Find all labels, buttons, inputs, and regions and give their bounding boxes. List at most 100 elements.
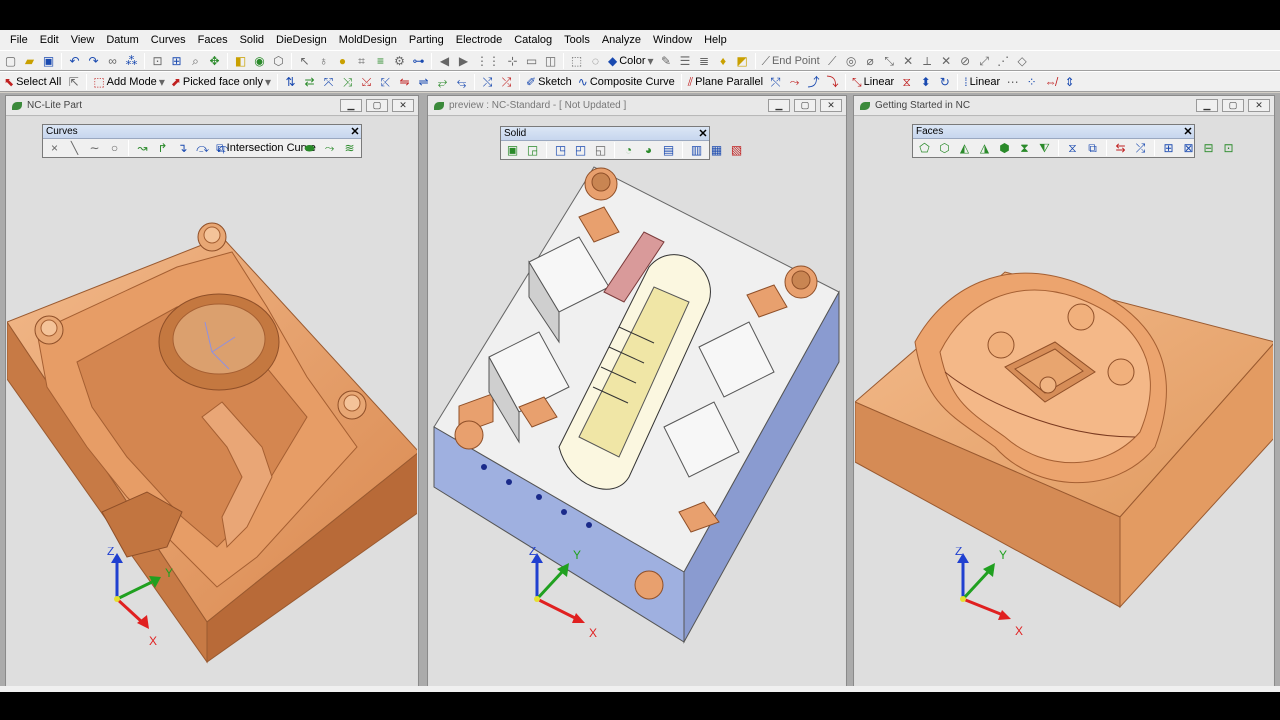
material-icon[interactable]: ◩ — [734, 52, 751, 69]
extrude-icon[interactable]: ▣ — [504, 142, 521, 159]
window-titlebar[interactable]: preview : NC-Standard - [ Not Updated ] … — [428, 96, 846, 116]
face-tool-8-icon[interactable]: ⧖ — [1064, 140, 1081, 157]
menu-window[interactable]: Window — [647, 30, 698, 50]
revolve-icon[interactable]: ◲ — [524, 142, 541, 159]
pattern-2-icon[interactable]: ⁘ — [1023, 73, 1040, 90]
select-tool-3-icon[interactable]: ⤧ — [320, 73, 337, 90]
face-tool-3-icon[interactable]: ◭ — [956, 140, 973, 157]
minimize-button[interactable]: ▁ — [1196, 99, 1218, 112]
menu-view[interactable]: View — [65, 30, 101, 50]
snap-perp-icon[interactable]: ⟂ — [919, 52, 936, 69]
split-icon[interactable]: ▦ — [708, 142, 725, 159]
minimize-button[interactable]: ▁ — [768, 99, 790, 112]
plane-parallel-button[interactable]: ⫽ Plane Parallel — [686, 73, 765, 90]
face-tool-12-icon[interactable]: ⊞ — [1160, 140, 1177, 157]
window-titlebar[interactable]: Getting Started in NC ▁ ▢ ✕ — [854, 96, 1274, 116]
window-preview-nc-standard[interactable]: preview : NC-Standard - [ Not Updated ] … — [427, 95, 847, 690]
cube-icon[interactable]: ◫ — [542, 52, 559, 69]
menu-parting[interactable]: Parting — [403, 30, 450, 50]
pattern-4-icon[interactable]: ⇕ — [1061, 73, 1078, 90]
zoom-fit-icon[interactable]: ⊡ — [149, 52, 166, 69]
snap-mid-icon[interactable]: ⤡ — [881, 52, 898, 69]
face-tool-1-icon[interactable]: ⬠ — [916, 140, 933, 157]
menu-datum[interactable]: Datum — [100, 30, 144, 50]
linear-button-2[interactable]: ⁞ Linear — [962, 73, 1002, 90]
menu-solid[interactable]: Solid — [234, 30, 270, 50]
maximize-button[interactable]: ▢ — [794, 99, 816, 112]
snap-free-icon[interactable]: ⤢ — [976, 52, 993, 69]
draft-icon[interactable]: ▥ — [688, 142, 705, 159]
snap-near-icon[interactable]: ⊘ — [957, 52, 974, 69]
select-tool-10-icon[interactable]: ⥃ — [453, 73, 470, 90]
end-point-snap[interactable]: ⟋ End Point — [760, 52, 822, 69]
zoom-icon[interactable]: ⌕ — [187, 52, 204, 69]
window-getting-started[interactable]: Getting Started in NC ▁ ▢ ✕ Z Y X Faces … — [853, 95, 1275, 690]
face-tool-6-icon[interactable]: ⧗ — [1016, 140, 1033, 157]
transform-1-icon[interactable]: ⤲ — [767, 73, 784, 90]
pattern-1-icon[interactable]: ⋯ — [1004, 73, 1021, 90]
line-weight-icon[interactable]: ≣ — [696, 52, 713, 69]
pointer-icon[interactable]: ↖ — [296, 52, 313, 69]
snap-quad-icon[interactable]: ✕ — [938, 52, 955, 69]
close-button[interactable]: ✕ — [820, 99, 842, 112]
face-tool-9-icon[interactable]: ⧉ — [1084, 140, 1101, 157]
select-all-button[interactable]: ⬉ Select All — [2, 73, 63, 90]
toolbar-header[interactable]: Curves ✕ — [43, 125, 361, 139]
tag-icon[interactable]: ⌗ — [353, 52, 370, 69]
face-tool-15-icon[interactable]: ⊡ — [1220, 140, 1237, 157]
window-nc-lite-part[interactable]: NC-Lite Part ▁ ▢ ✕ Z Y X Curves ✕ × ╲ ∼ … — [5, 95, 419, 690]
face-tool-2-icon[interactable]: ⬡ — [936, 140, 953, 157]
bulb-icon[interactable]: ♁ — [315, 52, 332, 69]
maximize-button[interactable]: ▢ — [366, 99, 388, 112]
transform-4-icon[interactable]: ⤵ — [824, 73, 841, 90]
menu-analyze[interactable]: Analyze — [596, 30, 647, 50]
view-box-icon[interactable]: ◧ — [232, 52, 249, 69]
toolbar-header[interactable]: Solid ✕ — [501, 127, 709, 141]
menu-molddesign[interactable]: MoldDesign — [333, 30, 403, 50]
boolean-intersect-icon[interactable]: ◱ — [592, 142, 609, 159]
tree-icon[interactable]: ⊶ — [410, 52, 427, 69]
mirror-icon[interactable]: ⧖ — [898, 73, 915, 90]
face-tool-4-icon[interactable]: ◮ — [976, 140, 993, 157]
window-titlebar[interactable]: NC-Lite Part ▁ ▢ ✕ — [6, 96, 418, 116]
menu-diedesign[interactable]: DieDesign — [270, 30, 333, 50]
link-icon[interactable]: ∞ — [104, 52, 121, 69]
transform-2-icon[interactable]: ⤳ — [786, 73, 803, 90]
select-filter-icon[interactable]: ⇱ — [65, 73, 82, 90]
select-tool-7-icon[interactable]: ⇋ — [396, 73, 413, 90]
open-folder-icon[interactable]: ▰ — [21, 52, 38, 69]
close-button[interactable]: ✕ — [392, 99, 414, 112]
select-tool-1-icon[interactable]: ⇅ — [282, 73, 299, 90]
light-icon[interactable]: ● — [334, 52, 351, 69]
hide-icon[interactable]: ◌ — [587, 52, 604, 69]
snap-center-icon[interactable]: ◎ — [843, 52, 860, 69]
back-icon[interactable]: ◀ — [436, 52, 453, 69]
curve-tool-4-icon[interactable]: ⤼ — [194, 140, 211, 157]
curve-tool-3-icon[interactable]: ↴ — [174, 140, 191, 157]
menu-catalog[interactable]: Catalog — [508, 30, 558, 50]
face-tool-13-icon[interactable]: ⊠ — [1180, 140, 1197, 157]
color-dropdown[interactable]: ◆ Color ▾ — [606, 52, 656, 69]
pattern-3-icon[interactable]: ⇎ — [1042, 73, 1059, 90]
snap-icon[interactable]: ⊹ — [504, 52, 521, 69]
select-tool-4-icon[interactable]: ⤨ — [339, 73, 356, 90]
close-icon[interactable]: ✕ — [1182, 125, 1194, 138]
forward-icon[interactable]: ▶ — [455, 52, 472, 69]
shell-icon[interactable]: ▤ — [660, 142, 677, 159]
composite-curve-button[interactable]: ∿ Composite Curve — [576, 73, 677, 90]
select-tool-12-icon[interactable]: ⤮ — [498, 73, 515, 90]
curve-tool-6-icon[interactable]: ⬬ — [301, 140, 318, 157]
snap-tangent-icon[interactable]: ⌀ — [862, 52, 879, 69]
transform-3-icon[interactable]: ⤴ — [805, 73, 822, 90]
select-tool-2-icon[interactable]: ⇄ — [301, 73, 318, 90]
boolean-subtract-icon[interactable]: ◰ — [572, 142, 589, 159]
toolbar-header[interactable]: Faces ✕ — [913, 125, 1194, 139]
grid-icon[interactable]: ⋮⋮ — [474, 52, 502, 69]
chamfer-icon[interactable]: ◕ — [640, 142, 657, 159]
undo-icon[interactable]: ↶ — [66, 52, 83, 69]
curve-tool-7-icon[interactable]: ⤳ — [321, 140, 338, 157]
scale-icon[interactable]: ⬍ — [917, 73, 934, 90]
face-tool-7-icon[interactable]: ⧨ — [1036, 140, 1053, 157]
minimize-button[interactable]: ▁ — [340, 99, 362, 112]
line-style-icon[interactable]: ☰ — [677, 52, 694, 69]
